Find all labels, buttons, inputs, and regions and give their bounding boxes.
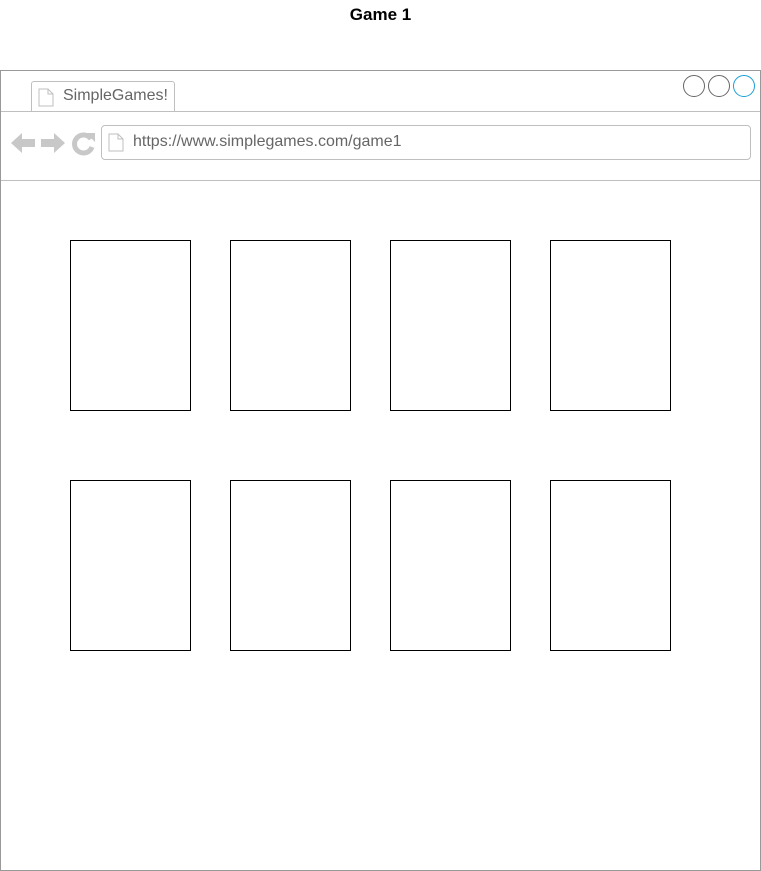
forward-arrow-icon[interactable] [41,132,65,159]
reload-icon[interactable] [72,132,96,161]
card[interactable] [70,240,191,411]
card[interactable] [230,240,351,411]
minimize-button[interactable] [683,75,705,97]
card[interactable] [390,480,511,651]
close-button[interactable] [733,75,755,97]
page-title: Game 1 [349,5,412,24]
card[interactable] [70,480,191,651]
back-arrow-icon[interactable] [11,132,35,159]
card[interactable] [390,240,511,411]
card[interactable] [230,480,351,651]
tab-label: SimpleGames! [63,87,168,104]
page-icon [108,133,124,157]
url-text: https://www.simplegames.com/game1 [133,133,402,150]
address-bar[interactable]: https://www.simplegames.com/game1 [101,125,751,160]
tab-strip: SimpleGames! [1,71,760,112]
card[interactable] [550,480,671,651]
page-icon [38,88,54,112]
card[interactable] [550,240,671,411]
browser-window: SimpleGames! https://www.simplegames.com… [0,70,761,871]
navigation-bar: https://www.simplegames.com/game1 [1,112,760,181]
browser-tab[interactable]: SimpleGames! [31,81,175,111]
maximize-button[interactable] [708,75,730,97]
